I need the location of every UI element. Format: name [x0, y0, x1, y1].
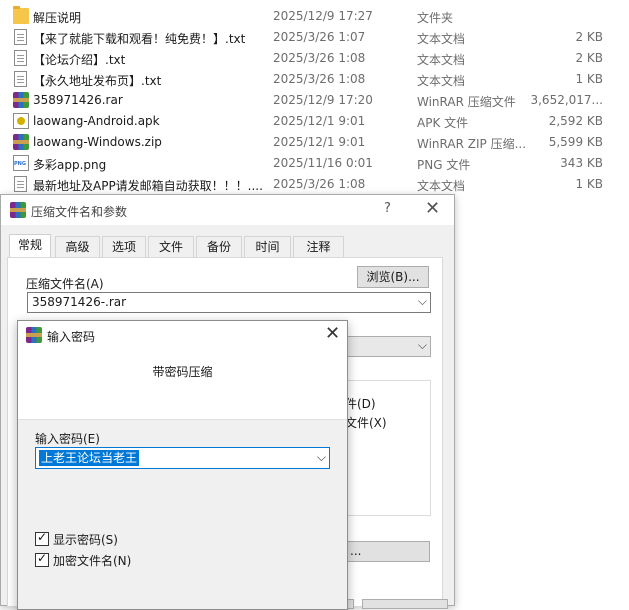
chevron-down-icon[interactable]: ⌵ [418, 338, 427, 353]
chevron-down-icon[interactable]: ⌵ [317, 450, 326, 465]
password-dialog-heading: 带密码压缩 [152, 365, 213, 379]
encrypt-filenames-checkbox[interactable] [35, 551, 49, 567]
file-type: 文本文档 [417, 53, 466, 67]
file-size: 1 KB [575, 72, 603, 86]
file-row[interactable]: 最新地址及APP请发邮箱自动获取！！！.... 2025/3/26 1:08 文本文… [0, 174, 629, 195]
file-date: 2025/12/1 9:01 [273, 135, 366, 149]
browse-button[interactable]: 浏览(B)... [357, 266, 429, 288]
file-date: 2025/3/26 1:07 [273, 30, 366, 44]
partial-option-1[interactable]: 件(D) [345, 395, 376, 412]
file-type: WinRAR ZIP 压缩... [417, 137, 525, 151]
password-value: 上老王论坛当老王 [39, 450, 140, 466]
file-name: laowang-Android.apk [33, 114, 160, 128]
file-size: 2,592 KB [548, 114, 603, 128]
show-password-label[interactable]: 显示密码(S) [53, 531, 118, 548]
archive-dialog-close-button[interactable]: ✕ [425, 198, 440, 219]
file-row[interactable]: 【论坛介绍】.txt 2025/3/26 1:08 文本文档 2 KB [0, 48, 629, 69]
file-row[interactable]: laowang-Windows.zip 2025/12/1 9:01 WinRAR … [0, 132, 629, 153]
file-name: 多彩app.png [33, 158, 107, 172]
encrypt-filenames-label[interactable]: 加密文件名(N) [53, 552, 131, 569]
file-type: 文本文档 [417, 32, 466, 46]
file-name: 最新地址及APP请发邮箱自动获取！！！.... [33, 179, 263, 193]
text-file-icon [14, 50, 27, 66]
help-button[interactable]: ? [384, 201, 391, 216]
file-date: 2025/3/26 1:08 [273, 51, 366, 65]
text-file-icon [14, 71, 27, 87]
folder-icon [13, 6, 29, 24]
update-mode-combobox[interactable]: ⌵ [345, 336, 431, 357]
cancel-button-partial[interactable] [362, 599, 448, 609]
file-type: WinRAR 压缩文件 [417, 95, 516, 109]
winrar-icon [10, 202, 26, 218]
file-name: 【来了就能下载和观看！纯免费！】.txt [33, 32, 246, 46]
file-row[interactable]: 【来了就能下载和观看！纯免费！】.txt 2025/3/26 1:07 文本文档 2 … [0, 27, 629, 48]
file-size: 1 KB [575, 177, 603, 191]
file-date: 2025/11/16 0:01 [273, 156, 373, 170]
file-date: 2025/3/26 1:08 [273, 72, 366, 86]
file-size: 2 KB [575, 30, 603, 44]
tab-comment[interactable]: 注释 [293, 236, 344, 258]
password-dialog-close-button[interactable]: ✕ [325, 323, 340, 344]
password-input[interactable]: 上老王论坛当老王 ⌵ [35, 447, 330, 469]
archive-name-combobox[interactable]: 358971426-.rar ⌵ [27, 292, 431, 313]
archive-dialog-titlebar[interactable]: 压缩文件名和参数 ? ✕ [1, 195, 454, 225]
partial-option-2[interactable]: 文件(X) [345, 414, 387, 431]
file-name: laowang-Windows.zip [33, 135, 162, 149]
tab-files[interactable]: 文件 [148, 236, 194, 258]
file-size: 2 KB [575, 51, 603, 65]
apk-file-icon [13, 113, 29, 129]
winrar-icon [13, 134, 29, 150]
file-type: APK 文件 [417, 116, 469, 130]
file-date: 2025/12/9 17:20 [273, 93, 373, 107]
png-file-icon [13, 155, 29, 171]
password-label: 输入密码(E) [35, 432, 100, 446]
file-type: PNG 文件 [417, 158, 471, 172]
file-name: 358971426.rar [33, 93, 123, 107]
file-size: 343 KB [560, 156, 603, 170]
text-file-icon [14, 29, 27, 45]
file-date: 2025/3/26 1:08 [273, 177, 366, 191]
file-name: 解压说明 [33, 11, 82, 25]
text-file-icon [14, 176, 27, 192]
chevron-down-icon[interactable]: ⌵ [418, 294, 427, 309]
winrar-icon [26, 327, 42, 343]
archive-dialog-title: 压缩文件名和参数 [31, 205, 128, 219]
archive-name-value: 358971426-.rar [32, 295, 127, 309]
file-date: 2025/12/1 9:01 [273, 114, 366, 128]
tab-options[interactable]: 选项 [102, 236, 146, 258]
file-type: 文件夹 [417, 11, 454, 25]
file-date: 2025/12/9 17:27 [273, 9, 373, 23]
password-dialog-title: 输入密码 [47, 330, 96, 344]
file-type: 文本文档 [417, 74, 466, 88]
file-row[interactable]: 【永久地址发布页】.txt 2025/3/26 1:08 文本文档 1 KB [0, 69, 629, 90]
password-dialog-header [18, 349, 347, 420]
partial-button-label: ... [350, 544, 362, 558]
file-size: 5,599 KB [548, 135, 603, 149]
file-name: 【永久地址发布页】.txt [33, 74, 162, 88]
file-row[interactable]: 多彩app.png 2025/11/16 0:01 PNG 文件 343 KB [0, 153, 629, 174]
password-dialog-titlebar[interactable]: 输入密码 ✕ [18, 321, 347, 349]
tab-time[interactable]: 时间 [244, 236, 291, 258]
tab-general[interactable]: 常规 [9, 234, 51, 258]
file-type: 文本文档 [417, 179, 466, 193]
archive-name-label: 压缩文件名(A) [26, 277, 104, 291]
show-password-checkbox[interactable] [35, 530, 49, 546]
file-name: 【论坛介绍】.txt [33, 53, 126, 67]
partial-button[interactable]: ... [345, 541, 430, 562]
file-row[interactable]: 358971426.rar 2025/12/9 17:20 WinRAR 压缩文件 3… [0, 90, 629, 111]
winrar-icon [13, 92, 29, 108]
file-row[interactable]: laowang-Android.apk 2025/12/1 9:01 APK 文件 2… [0, 111, 629, 132]
tab-advanced[interactable]: 高级 [55, 236, 100, 258]
file-row[interactable]: 解压说明 2025/12/9 17:27 文件夹 [0, 6, 629, 27]
file-size: 3,652,017... [530, 93, 603, 107]
tab-backup[interactable]: 备份 [196, 236, 242, 258]
password-dialog: 输入密码 ✕ 带密码压缩 输入密码(E) 上老王论坛当老王 ⌵ 显示密码(S) … [17, 320, 348, 610]
